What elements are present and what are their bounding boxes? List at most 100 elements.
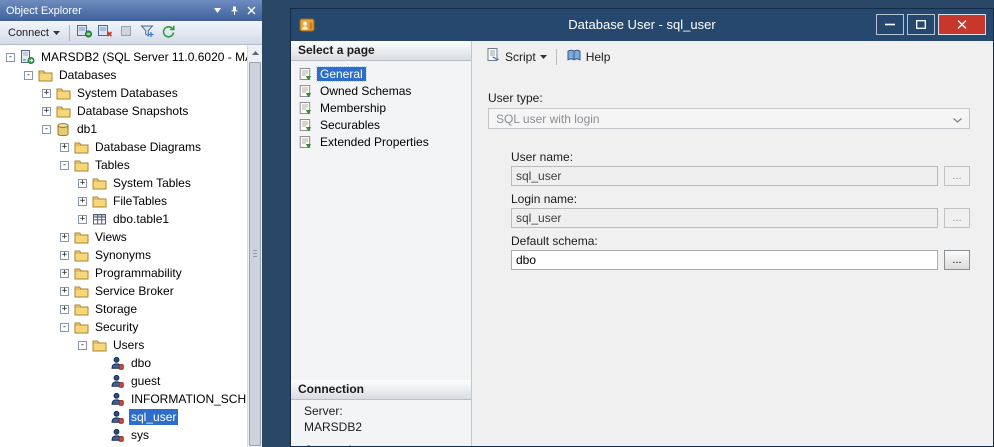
page-icon xyxy=(298,118,312,132)
server-icon xyxy=(19,49,35,65)
object-explorer-titlebar[interactable]: Object Explorer xyxy=(0,0,262,21)
page-item-label: Extended Properties xyxy=(317,135,432,149)
tree-item-dbo-table1[interactable]: +dbo.table1 xyxy=(0,210,247,228)
expand-icon[interactable]: + xyxy=(42,107,51,116)
maximize-button[interactable] xyxy=(907,14,935,35)
tree-vertical-scrollbar[interactable] xyxy=(247,45,262,447)
expand-icon[interactable]: + xyxy=(42,89,51,98)
expand-icon[interactable]: + xyxy=(60,251,69,260)
tree-item-users[interactable]: -Users xyxy=(0,336,247,354)
folder-icon xyxy=(73,265,89,281)
minimize-button[interactable] xyxy=(876,14,904,35)
tree-item-label: INFORMATION_SCHEM xyxy=(129,391,247,407)
dialog-content: Script Help User type: SQ xyxy=(472,41,993,446)
collapse-icon[interactable]: - xyxy=(24,71,33,80)
tree-item-sys[interactable]: +sys xyxy=(0,426,247,444)
stop-button[interactable] xyxy=(116,23,136,43)
disconnect-server-button[interactable] xyxy=(95,23,115,43)
help-button[interactable]: Help xyxy=(561,45,616,69)
server-label: Server: xyxy=(304,404,471,418)
page-item-label: Owned Schemas xyxy=(317,84,414,98)
page-item-general[interactable]: General xyxy=(291,65,471,82)
disconnect-server-icon xyxy=(97,23,113,42)
tree-item-filetables[interactable]: + FileTables xyxy=(0,192,247,210)
expand-icon[interactable]: + xyxy=(60,269,69,278)
collapse-icon[interactable]: - xyxy=(60,323,69,332)
tree-item-service-broker[interactable]: +Service Broker xyxy=(0,282,247,300)
page-icon xyxy=(298,101,312,115)
connect-server-icon xyxy=(76,23,92,42)
tree-item-label: FileTables xyxy=(111,193,169,209)
scroll-up-button[interactable] xyxy=(248,45,262,60)
tree-item-information-schem[interactable]: +INFORMATION_SCHEM xyxy=(0,390,247,408)
script-label: Script xyxy=(505,50,536,64)
tree-item-system-tables[interactable]: +System Tables xyxy=(0,174,247,192)
connect-button[interactable]: Connect xyxy=(3,23,65,43)
tree-item-views[interactable]: +Views xyxy=(0,228,247,246)
expand-icon[interactable]: + xyxy=(78,179,87,188)
close-icon[interactable] xyxy=(243,3,259,18)
collapse-icon[interactable]: - xyxy=(6,53,15,62)
expand-icon[interactable]: + xyxy=(78,215,87,224)
collapse-icon[interactable]: - xyxy=(60,161,69,170)
tree-item-system-databases[interactable]: + System Databases xyxy=(0,84,247,102)
user-name-browse-button: ... xyxy=(944,166,970,186)
select-a-page-pane: Select a page General Owned SchemasMember… xyxy=(291,41,472,446)
select-a-page-header: Select a page xyxy=(291,41,471,61)
connect-server-button[interactable] xyxy=(74,23,94,43)
tree-item-database-snapshots[interactable]: +Database Snapshots xyxy=(0,102,247,120)
scrollbar-thumb[interactable] xyxy=(249,62,261,446)
collapse-icon[interactable]: - xyxy=(42,125,51,134)
tree-item-database-diagrams[interactable]: + Database Diagrams xyxy=(0,138,247,156)
page-item-extended-properties[interactable]: Extended Properties xyxy=(291,133,471,150)
tree-item-programmability[interactable]: +Programmability xyxy=(0,264,247,282)
user-icon xyxy=(109,373,125,389)
tree-item-label: Database Diagrams xyxy=(93,139,203,155)
default-schema-browse-button[interactable]: ... xyxy=(944,250,970,270)
filter-button[interactable] xyxy=(137,23,157,43)
tree-item-dbo[interactable]: +dbo xyxy=(0,354,247,372)
tree-item-synonyms[interactable]: +Synonyms xyxy=(0,246,247,264)
page-item-membership[interactable]: Membership xyxy=(291,99,471,116)
tree-item-security[interactable]: -Security xyxy=(0,318,247,336)
folder-icon xyxy=(91,193,107,209)
user-icon xyxy=(109,409,125,425)
database-icon xyxy=(55,121,71,137)
help-icon xyxy=(566,48,582,66)
expand-icon[interactable]: + xyxy=(60,143,69,152)
page-item-owned-schemas[interactable]: Owned Schemas xyxy=(291,82,471,99)
folder-icon xyxy=(55,85,71,101)
dialog-titlebar[interactable]: Database User - sql_user xyxy=(291,9,993,41)
default-schema-input[interactable] xyxy=(511,250,938,270)
pin-icon[interactable] xyxy=(226,3,242,18)
tree-item-sql-user[interactable]: +sql_user xyxy=(0,408,247,426)
tree-item-db1[interactable]: -db1 xyxy=(0,120,247,138)
filter-icon xyxy=(139,23,155,42)
expand-icon[interactable]: + xyxy=(60,305,69,314)
user-icon xyxy=(109,355,125,371)
object-explorer-title: Object Explorer xyxy=(6,5,208,17)
collapse-icon[interactable]: - xyxy=(78,341,87,350)
close-button[interactable] xyxy=(938,14,986,35)
tree-item-label: Databases xyxy=(57,67,118,83)
tree-item-label: System Databases xyxy=(75,85,180,101)
folder-icon xyxy=(73,319,89,335)
tree-item-storage[interactable]: +Storage xyxy=(0,300,247,318)
expand-icon[interactable]: + xyxy=(60,233,69,242)
expand-icon[interactable]: + xyxy=(60,287,69,296)
tree-item-databases[interactable]: - Databases xyxy=(0,66,247,84)
connection-info: Server: MARSDB2 Connection: xyxy=(291,401,471,446)
window-position-chevron-icon[interactable] xyxy=(209,3,225,18)
tree-item-tables[interactable]: -Tables xyxy=(0,156,247,174)
refresh-button[interactable] xyxy=(158,23,178,43)
login-name-label: Login name: xyxy=(511,192,577,206)
script-button[interactable]: Script xyxy=(480,45,552,69)
ssms-window: Object Explorer Connect -MARSDB2 (SQL Se… xyxy=(0,0,994,447)
folder-icon xyxy=(73,283,89,299)
tree-item-marsdb2-sql-server-11-0-6020-marsd[interactable]: -MARSDB2 (SQL Server 11.0.6020 - MARSD xyxy=(0,48,247,66)
expand-icon[interactable]: + xyxy=(78,197,87,206)
page-item-securables[interactable]: Securables xyxy=(291,116,471,133)
tree-item-guest[interactable]: +guest xyxy=(0,372,247,390)
page-list: General Owned SchemasMembershipSecurables… xyxy=(291,61,471,150)
chevron-down-icon xyxy=(53,31,60,35)
